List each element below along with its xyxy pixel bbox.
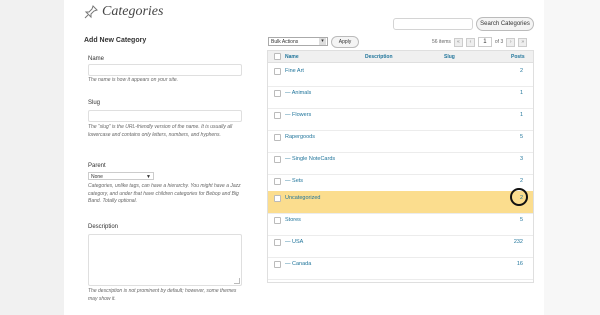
description-textarea[interactable]	[88, 234, 242, 286]
annotation-circle	[510, 188, 528, 206]
row-checkbox[interactable]	[274, 217, 281, 224]
post-count-link[interactable]: 2	[520, 178, 523, 184]
parent-select-value: None	[91, 174, 103, 180]
column-posts[interactable]: Posts	[511, 54, 525, 60]
category-name-link[interactable]: Rapergoods	[285, 134, 315, 140]
post-count-link[interactable]: 2	[520, 68, 523, 74]
current-page-input[interactable]: 1	[477, 37, 492, 47]
bulk-actions-value: Bulk Actions	[271, 39, 299, 45]
post-count-link[interactable]: 5	[520, 134, 523, 140]
form-title: Add New Category	[84, 37, 147, 44]
category-name-link[interactable]: — Single NoteCards	[285, 156, 335, 162]
categories-table: Name Description Slug Posts Fine Art 2 —…	[267, 50, 534, 283]
page-title: Categories	[102, 4, 164, 19]
row-checkbox[interactable]	[274, 134, 281, 141]
category-name-link[interactable]: — Canada	[285, 261, 311, 267]
name-input[interactable]	[88, 64, 242, 76]
description-label: Description	[88, 224, 119, 230]
column-name[interactable]: Name	[285, 54, 299, 60]
search-categories-button[interactable]: Search Categories	[476, 17, 534, 31]
last-page-button[interactable]: »	[518, 37, 528, 47]
apply-button[interactable]: Apply	[331, 36, 359, 48]
parent-help: Categories, unlike tags, can have a hier…	[88, 183, 241, 204]
row-checkbox[interactable]	[274, 261, 281, 268]
parent-select[interactable]: None ▼	[88, 172, 154, 180]
row-checkbox[interactable]	[274, 90, 281, 97]
post-count-link[interactable]: 3	[520, 156, 523, 162]
table-row[interactable]: — Single NoteCards 3	[268, 152, 533, 175]
table-row[interactable]: Fine Art 2	[268, 64, 533, 87]
row-checkbox[interactable]	[274, 68, 281, 75]
row-checkbox[interactable]	[274, 195, 281, 202]
name-label: Name	[88, 56, 105, 62]
name-help: The name is how it appears on your site.	[88, 77, 179, 83]
resize-grip-icon[interactable]	[234, 278, 240, 284]
post-count-link[interactable]: 5	[520, 217, 523, 223]
category-name-link[interactable]: — Sets	[285, 178, 303, 184]
row-checkbox[interactable]	[274, 112, 281, 119]
table-row[interactable]: — Flowers 1	[268, 108, 533, 131]
pushpin-icon	[84, 5, 98, 19]
table-row[interactable]: Rapergoods 5	[268, 130, 533, 153]
post-count-link[interactable]: 16	[517, 261, 523, 267]
search-input[interactable]	[393, 18, 473, 30]
post-count-link[interactable]: 1	[520, 90, 523, 96]
page-total: of 3	[494, 39, 504, 45]
items-count: 56 items	[432, 39, 451, 45]
description-help: The description is not prominent by defa…	[88, 288, 237, 302]
category-name-link[interactable]: Stores	[285, 217, 301, 223]
first-page-button[interactable]: «	[453, 37, 463, 47]
category-name-link[interactable]: — Flowers	[285, 112, 311, 118]
category-name-link[interactable]: Uncategorized	[285, 195, 320, 201]
row-checkbox[interactable]	[274, 178, 281, 185]
post-count-link[interactable]: 232	[514, 239, 523, 245]
row-checkbox[interactable]	[274, 239, 281, 246]
left-gutter	[0, 0, 64, 315]
bulk-actions-select[interactable]: Bulk Actions ▾	[268, 37, 328, 46]
table-row[interactable]: — USA 232	[268, 235, 533, 258]
column-slug[interactable]: Slug	[444, 54, 455, 60]
slug-label: Slug	[88, 100, 101, 106]
pagination: 56 items « ‹ 1 of 3 › »	[432, 37, 528, 47]
chevron-down-icon: ▾	[319, 38, 326, 45]
chevron-down-icon: ▼	[146, 174, 151, 180]
category-name-link[interactable]: Fine Art	[285, 68, 304, 74]
next-page-button[interactable]: ›	[506, 37, 516, 47]
select-all-checkbox[interactable]	[274, 53, 281, 60]
right-gutter	[544, 0, 600, 315]
table-row[interactable]: — Animals 1	[268, 86, 533, 109]
table-header: Name Description Slug Posts	[268, 51, 533, 63]
prev-page-button[interactable]: ‹	[465, 37, 475, 47]
slug-input[interactable]	[88, 110, 242, 122]
table-row[interactable]: — Canada 16	[268, 257, 533, 280]
post-count-link[interactable]: 1	[520, 112, 523, 118]
category-name-link[interactable]: — Animals	[285, 90, 311, 96]
column-description[interactable]: Description	[365, 54, 393, 60]
row-checkbox[interactable]	[274, 156, 281, 163]
parent-label: Parent	[88, 163, 106, 169]
category-name-link[interactable]: — USA	[285, 239, 303, 245]
table-row[interactable]: Stores 5	[268, 213, 533, 236]
table-row-highlighted[interactable]: Uncategorized 2	[268, 191, 533, 214]
page-header: Categories	[84, 4, 163, 20]
slug-help: The “slug” is the URL-friendly version o…	[88, 124, 233, 138]
